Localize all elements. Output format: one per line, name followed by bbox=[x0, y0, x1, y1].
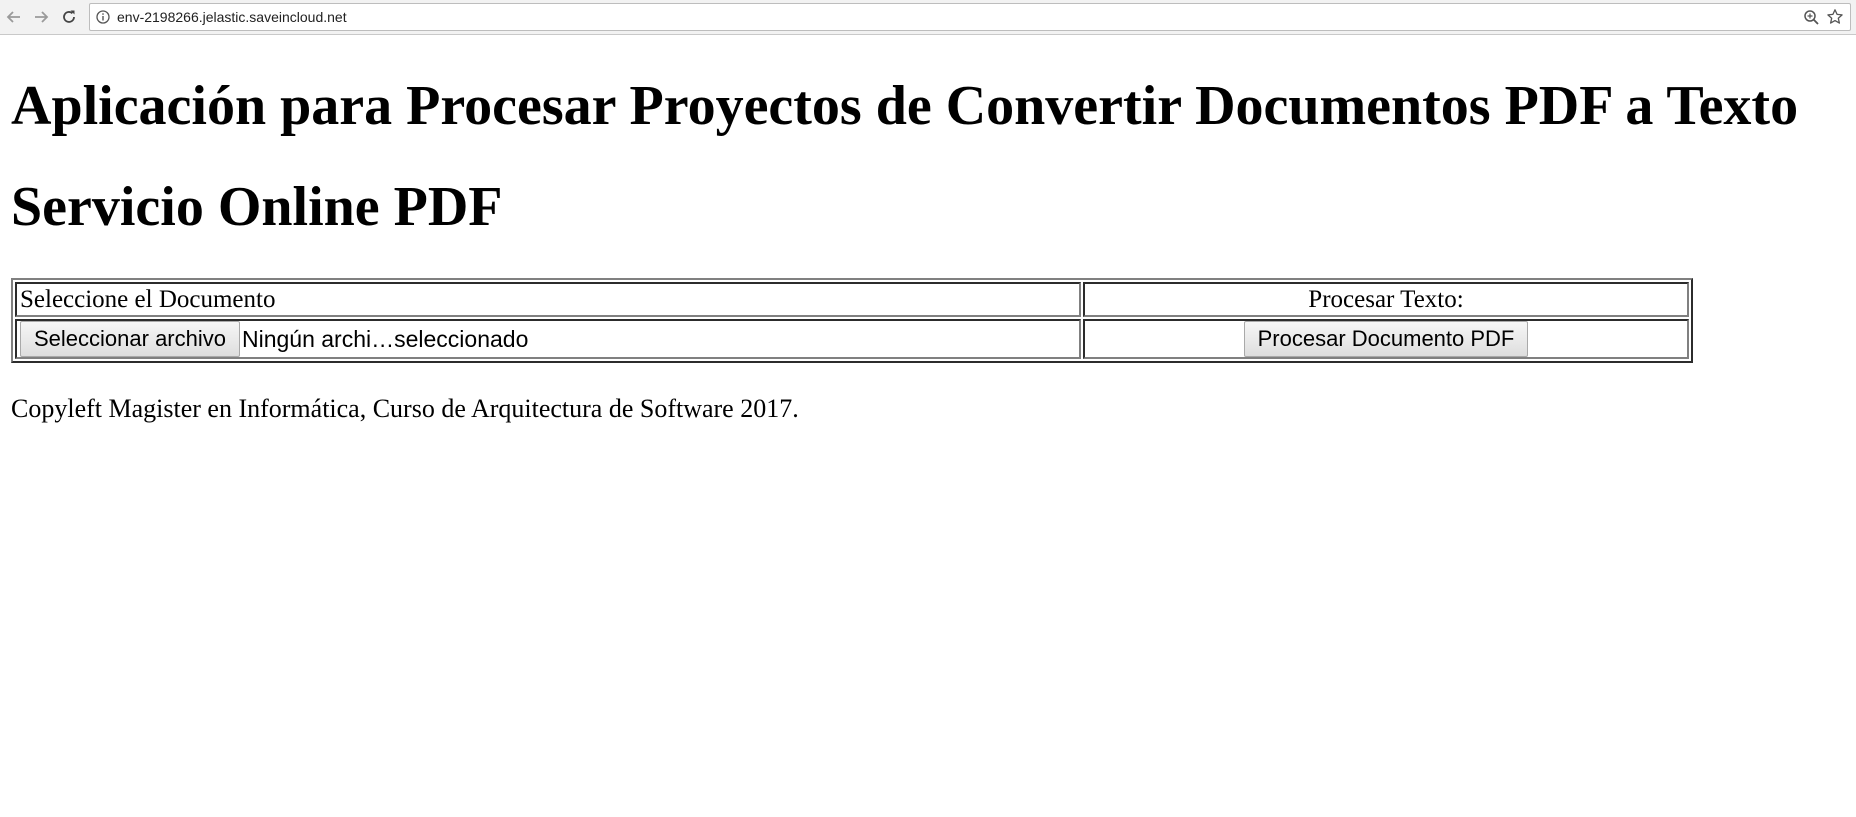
upload-form-table: Seleccione el Documento Procesar Texto: … bbox=[11, 278, 1693, 363]
file-input-cell: Seleccionar archivo Ningún archi…seleccio… bbox=[15, 319, 1081, 359]
back-button[interactable] bbox=[2, 5, 26, 29]
process-button-cell: Procesar Documento PDF bbox=[1083, 319, 1689, 359]
arrow-left-icon bbox=[6, 11, 20, 23]
reload-icon bbox=[63, 10, 75, 23]
browser-toolbar: env-2198266.jelastic.saveincloud.net bbox=[0, 0, 1856, 35]
file-status-text: Ningún archi…seleccionado bbox=[241, 325, 529, 352]
address-bar[interactable]: env-2198266.jelastic.saveincloud.net bbox=[89, 3, 1851, 31]
table-header-row: Seleccione el Documento Procesar Texto: bbox=[15, 282, 1689, 317]
url-text[interactable]: env-2198266.jelastic.saveincloud.net bbox=[117, 8, 347, 26]
process-pdf-button[interactable]: Procesar Documento PDF bbox=[1243, 321, 1529, 357]
choose-file-button[interactable]: Seleccionar archivo bbox=[20, 321, 240, 357]
reload-button[interactable] bbox=[57, 5, 81, 29]
process-text-label: Procesar Texto: bbox=[1083, 282, 1689, 317]
zoom-icon[interactable] bbox=[1803, 9, 1820, 26]
page-subtitle: Servicio Online PDF bbox=[11, 176, 503, 238]
star-icon[interactable] bbox=[1826, 8, 1844, 26]
info-icon[interactable] bbox=[96, 10, 110, 24]
footer-copyleft: Copyleft Magister en Informática, Curso … bbox=[11, 394, 799, 423]
select-document-label: Seleccione el Documento bbox=[15, 282, 1081, 317]
table-controls-row: Seleccionar archivo Ningún archi…seleccio… bbox=[15, 319, 1689, 359]
arrow-right-icon bbox=[35, 11, 49, 23]
page-title: Aplicación para Procesar Proyectos de Co… bbox=[11, 75, 1799, 137]
forward-button[interactable] bbox=[29, 5, 53, 29]
